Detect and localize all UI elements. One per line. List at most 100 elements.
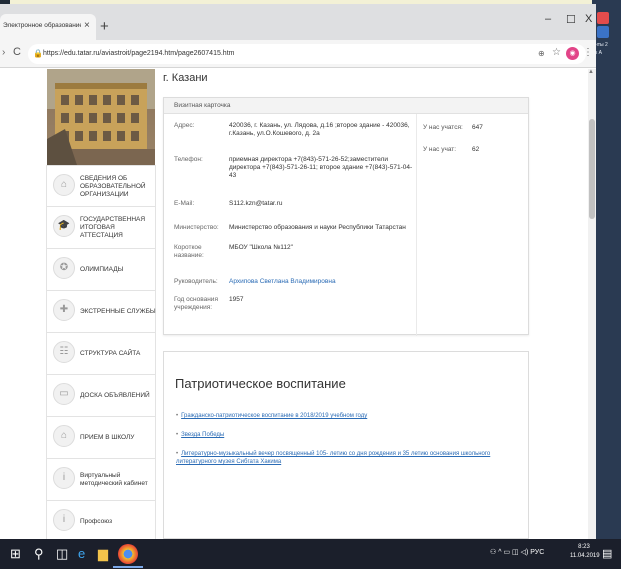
clock[interactable]: 8:23 11.04.2019 xyxy=(570,543,600,561)
scroll-up-icon[interactable]: ▲ xyxy=(588,69,594,75)
sidebar-item-notice-board[interactable]: ▭ ДОСКА ОБЪЯВЛЕНИЙ xyxy=(46,375,156,417)
teachers-value: 62 xyxy=(472,146,480,153)
news-link[interactable]: • Литературно-музыкальный вечер посвященн… xyxy=(176,450,516,466)
edge-browser-icon[interactable]: e xyxy=(78,546,85,561)
school-icon: ⌂ xyxy=(53,425,75,447)
info-icon: i xyxy=(53,467,75,489)
page-title: г. Казани xyxy=(163,72,208,84)
url-text[interactable]: https://edu.tatar.ru/aviastroit/page2194… xyxy=(43,50,234,57)
file-explorer-icon[interactable]: ▆ xyxy=(98,546,108,562)
scrollbar-thumb[interactable] xyxy=(589,119,595,219)
news-link-text[interactable]: Литературно-музыкальный вечер посвященны… xyxy=(176,451,490,465)
news-link[interactable]: • Гражданско-патриотическое воспитание в … xyxy=(176,412,516,420)
sidebar-item-label: ОЛИМПИАДЫ xyxy=(80,266,124,273)
short-name-value: МБОУ "Школа №112" xyxy=(229,244,293,251)
students-value: 647 xyxy=(472,124,483,131)
sidebar-item-organization-info[interactable]: ⌂ СВЕДЕНИЯ ОБ ОБРАЗОВАТЕЛЬНОЙ ОРГАНИЗАЦИ… xyxy=(46,165,156,207)
founded-value: 1957 xyxy=(229,296,244,303)
sidebar-item-union[interactable]: i Профсоюз xyxy=(46,501,156,539)
task-view-icon[interactable]: ◫ xyxy=(56,546,68,562)
minimize-button[interactable]: – xyxy=(545,13,551,25)
sidebar-item-olympiads[interactable]: ✪ ОЛИМПИАДЫ xyxy=(46,249,156,291)
active-app-indicator xyxy=(113,566,143,568)
sidebar-item-label: СВЕДЕНИЯ ОБ ОБРАЗОВАТЕЛЬНОЙ ОРГАНИЗАЦИИ xyxy=(80,175,146,198)
news-link[interactable]: • Звезда Победы xyxy=(176,431,516,439)
clock-date: 11.04.2019 xyxy=(570,553,600,559)
vertical-scrollbar[interactable]: ▲ xyxy=(588,69,596,539)
info-icon: i xyxy=(53,509,75,531)
card-divider xyxy=(416,114,417,336)
sitemap-icon: ☷ xyxy=(53,341,75,363)
phone-label: Телефон: xyxy=(174,156,203,163)
sidebar-item-label: ДОСКА ОБЪЯВЛЕНИЙ xyxy=(80,392,150,399)
section-title: Патриотическое воспитание xyxy=(175,376,346,391)
director-label: Руководитель: xyxy=(174,278,218,285)
language-indicator[interactable]: РУС xyxy=(530,549,544,556)
card-header-title: Визитная карточка xyxy=(174,102,231,109)
email-label: E-Mail: xyxy=(174,200,195,207)
desktop-label: к А xyxy=(595,50,602,56)
menu-icon[interactable]: ⋮ xyxy=(583,47,593,58)
search-icon[interactable]: ⚲ xyxy=(34,546,44,562)
notification-icon[interactable]: ▤ xyxy=(602,547,612,560)
desktop-right-strip: нты 2 к А xyxy=(592,0,621,569)
sidebar-item-label: ГОСУДАРСТВЕННАЯ ИТОГОВАЯ АТТЕСТАЦИЯ xyxy=(80,216,146,239)
sidebar: ⌂ СВЕДЕНИЯ ОБ ОБРАЗОВАТЕЛЬНОЙ ОРГАНИЗАЦИ… xyxy=(46,165,156,539)
board-icon: ▭ xyxy=(53,383,75,405)
sidebar-item-label: СТРУКТУРА САЙТА xyxy=(80,350,141,357)
first-aid-icon: ✚ xyxy=(53,299,75,321)
sidebar-item-label: Профсоюз xyxy=(80,518,113,525)
sidebar-item-state-certification[interactable]: 🎓 ГОСУДАРСТВЕННАЯ ИТОГОВАЯ АТТЕСТАЦИЯ xyxy=(46,207,156,249)
taskbar: ⊞ ⚲ ◫ e ▆ ⚇ ^ ▭ ◫ ◁) РУС 8:23 11.04.2019… xyxy=(0,539,621,569)
news-link-text[interactable]: Звезда Победы xyxy=(181,432,224,438)
lock-icon: 🔒 xyxy=(33,49,43,58)
business-card: Визитная карточка Адрес: 420036, г. Каза… xyxy=(163,97,529,336)
maximize-button[interactable]: ☐ xyxy=(566,13,576,26)
sidebar-item-emergency[interactable]: ✚ ЭКСТРЕННЫЕ СЛУЖБЫ xyxy=(46,291,156,333)
bullet-icon: • xyxy=(176,413,179,419)
sidebar-item-site-structure[interactable]: ☷ СТРУКТУРА САЙТА xyxy=(46,333,156,375)
browser-tab[interactable]: Электронное образование в Ре × xyxy=(0,14,96,40)
short-name-label: Короткое название: xyxy=(174,244,204,259)
extension-icon[interactable]: ◉ xyxy=(566,47,579,60)
sidebar-item-label: ПРИЕМ В ШКОЛУ xyxy=(80,434,135,441)
address-label: Адрес: xyxy=(174,122,195,129)
page-viewport: ⌂ СВЕДЕНИЯ ОБ ОБРАЗОВАТЕЛЬНОЙ ОРГАНИЗАЦИ… xyxy=(0,69,596,539)
bullet-icon: • xyxy=(176,451,179,457)
bookmark-star-icon[interactable]: ☆ xyxy=(552,47,561,58)
bullet-icon: • xyxy=(176,432,179,438)
chrome-icon[interactable] xyxy=(118,544,138,564)
building-icon: ⌂ xyxy=(53,174,75,196)
desktop-doc-icon[interactable] xyxy=(597,26,609,38)
close-button[interactable]: X xyxy=(585,13,592,25)
title-bar: Электронное образование в Ре × + – ☐ X xyxy=(0,4,596,40)
address-bar[interactable]: 🔒 https://edu.tatar.ru/aviastroit/page21… xyxy=(28,44,593,64)
founded-label: Год основания учреждения: xyxy=(174,296,218,311)
sidebar-item-admission[interactable]: ⌂ ПРИЕМ В ШКОЛУ xyxy=(46,417,156,459)
back-icon[interactable]: › xyxy=(2,47,5,58)
director-link[interactable]: Архипова Светлана Владимировна xyxy=(229,278,414,286)
sidebar-item-label: Виртуальный методический кабинет xyxy=(80,472,148,487)
zoom-icon[interactable]: ⊕ xyxy=(538,49,545,58)
teachers-label: У нас учат: xyxy=(423,146,457,153)
school-photo xyxy=(47,69,155,165)
card-header: Визитная карточка xyxy=(164,98,528,114)
tab-close-icon[interactable]: × xyxy=(84,20,90,31)
new-tab-button[interactable]: + xyxy=(100,18,109,35)
students-label: У нас учатся: xyxy=(423,124,463,131)
address-value: 420036, г. Казань, ул. Лядова, д.16 ;вто… xyxy=(229,122,410,137)
sidebar-item-label: ЭКСТРЕННЫЕ СЛУЖБЫ xyxy=(80,308,156,315)
browser-toolbar: › C 🔒 https://edu.tatar.ru/aviastroit/pa… xyxy=(0,40,596,68)
reload-icon[interactable]: C xyxy=(13,46,21,58)
windows-start-icon[interactable]: ⊞ xyxy=(10,546,21,562)
desktop-file-icon[interactable] xyxy=(597,12,609,24)
news-link-text[interactable]: Гражданско-патриотическое воспитание в 2… xyxy=(181,413,367,419)
browser-window: Электронное образование в Ре × + – ☐ X ›… xyxy=(0,4,596,539)
email-value: S112.kzn@tatar.ru xyxy=(229,200,283,207)
clock-time: 8:23 xyxy=(578,544,590,550)
sidebar-item-virtual-cabinet[interactable]: i Виртуальный методический кабинет xyxy=(46,459,156,501)
main-content: г. Казани Визитная карточка Адрес: 42003… xyxy=(163,69,583,539)
system-tray[interactable]: ⚇ ^ ▭ ◫ ◁) РУС xyxy=(490,548,544,556)
desktop-label: нты 2 xyxy=(595,42,608,48)
graduation-cap-icon: 🎓 xyxy=(53,215,75,237)
